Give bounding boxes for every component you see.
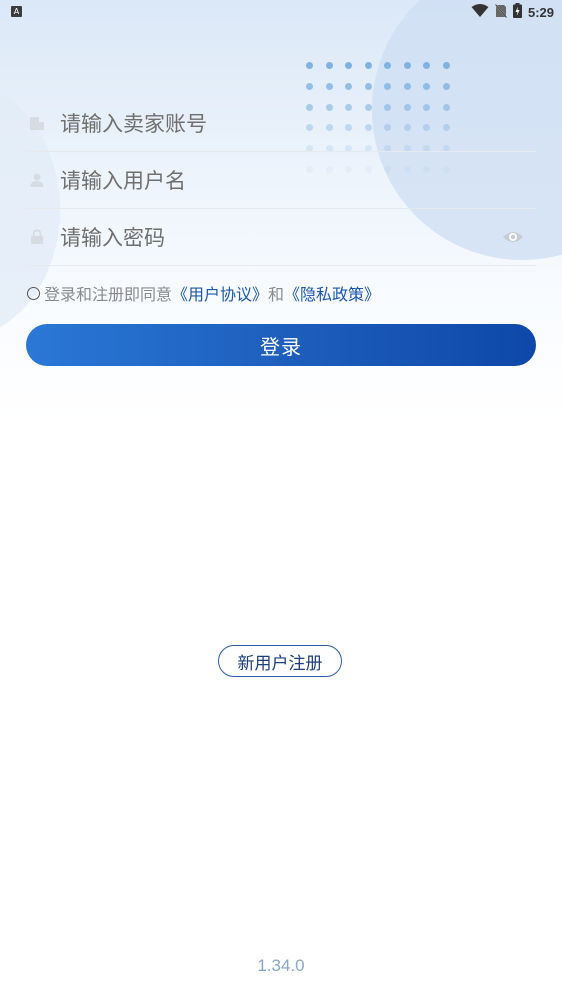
- register-button[interactable]: 新用户注册: [218, 645, 342, 677]
- decorative-dot: [364, 62, 372, 69]
- decorative-dot: [442, 62, 450, 69]
- battery-charging-icon: [512, 2, 522, 22]
- decorative-dot: [403, 62, 411, 69]
- decorative-dot: [423, 82, 430, 90]
- wifi-icon: [471, 3, 489, 22]
- lock-icon: [28, 228, 46, 246]
- agreement-row: 登录和注册即同意 《用户协议》 和 《隐私政策》: [27, 281, 380, 305]
- seller-account-field[interactable]: 请输入卖家账号: [26, 95, 536, 152]
- decorative-dot: [345, 62, 352, 69]
- password-input[interactable]: 请输入密码: [60, 222, 165, 252]
- password-field[interactable]: 请输入密码: [26, 209, 536, 266]
- decorative-dot: [384, 62, 391, 69]
- decorative-dot: [364, 82, 372, 90]
- notification-badge: A: [11, 6, 22, 17]
- username-input[interactable]: 请输入用户名: [60, 165, 186, 195]
- decorative-dot: [306, 82, 313, 90]
- version-label: 1.34.0: [257, 956, 305, 975]
- decorative-dot: [306, 62, 313, 69]
- decorative-dot: [325, 62, 333, 69]
- status-time: 5:29: [527, 4, 554, 20]
- decorative-dot: [384, 82, 391, 90]
- seller-account-input[interactable]: 请输入卖家账号: [60, 108, 207, 138]
- building-icon: [28, 114, 46, 132]
- user-agreement-link[interactable]: 《用户协议》: [172, 281, 268, 305]
- decorative-dot: [442, 82, 450, 90]
- privacy-policy-link[interactable]: 《隐私政策》: [284, 281, 380, 305]
- decorative-dot: [325, 82, 333, 90]
- decorative-dot: [403, 82, 411, 90]
- agreement-joiner: 和: [268, 285, 285, 304]
- status-bar: A 5:29: [0, 0, 562, 24]
- agreement-text: 登录和注册即同意: [44, 285, 173, 304]
- decorative-dot: [345, 82, 352, 90]
- agreement-radio[interactable]: [27, 286, 40, 300]
- person-icon: [28, 171, 46, 189]
- login-button[interactable]: 登录: [26, 324, 536, 366]
- username-field[interactable]: 请输入用户名: [26, 152, 536, 209]
- no-sim-icon: [494, 3, 508, 22]
- decorative-dot: [423, 62, 430, 69]
- eye-icon[interactable]: [502, 227, 524, 247]
